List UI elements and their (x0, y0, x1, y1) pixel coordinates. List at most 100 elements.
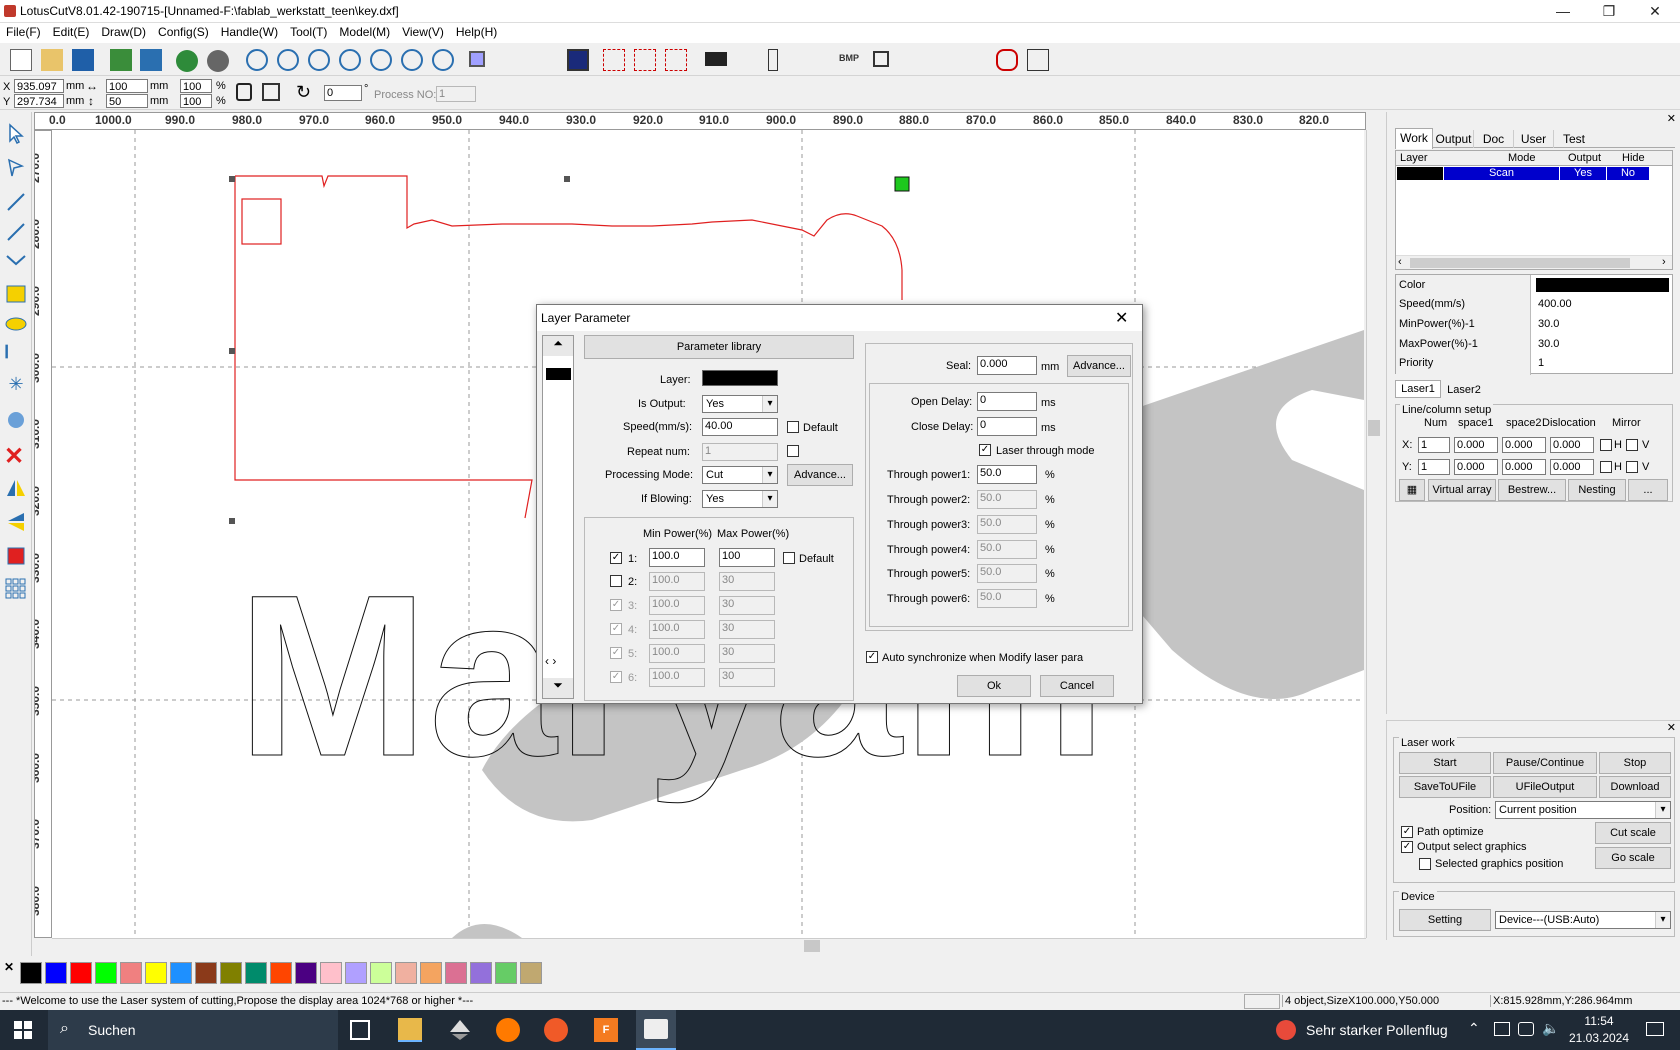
rotate-icon[interactable]: ↻ (296, 82, 311, 103)
tab-laser2[interactable]: Laser2 (1441, 382, 1487, 398)
clock-date[interactable]: 21.03.2024 (1564, 1031, 1634, 1045)
tab-test[interactable]: Test (1554, 130, 1594, 148)
minimize-button[interactable]: — (1540, 0, 1586, 23)
stop-button[interactable]: Stop (1599, 752, 1671, 774)
palette-color[interactable] (395, 962, 417, 984)
is-output-select[interactable]: Yes (702, 395, 778, 413)
zoom-fit-icon[interactable] (339, 49, 361, 71)
pause-continue-button[interactable]: Pause/Continue (1493, 752, 1597, 774)
ungroup-icon[interactable] (634, 49, 656, 71)
move-top-right-icon[interactable] (884, 83, 906, 105)
scroll-right-icon[interactable]: › (1662, 256, 1666, 268)
power1-min-input[interactable]: 100.0 (649, 548, 705, 567)
bitmap-icon[interactable]: BMP (838, 52, 860, 74)
open-folder-icon[interactable] (41, 49, 63, 71)
vertical-scrollbar[interactable] (1366, 130, 1380, 938)
align-center-h-icon[interactable] (623, 83, 645, 105)
arrange-left-icon[interactable] (1015, 83, 1037, 105)
selected-pos-checkbox[interactable] (1419, 858, 1431, 870)
palette-color[interactable] (95, 962, 117, 984)
horizontal-scrollbar[interactable] (52, 938, 1366, 952)
spacing-h-icon[interactable] (934, 49, 956, 71)
battery-icon[interactable] (1518, 1022, 1534, 1036)
device-select[interactable]: Device---(USB:Auto) (1495, 911, 1671, 929)
menu-config[interactable]: Config(S) (152, 23, 215, 39)
y-mirror-h-checkbox[interactable] (1600, 461, 1612, 473)
palette-close-icon[interactable]: ✕ (4, 960, 14, 974)
same-height-icon[interactable] (722, 83, 744, 105)
palette-color[interactable] (445, 962, 467, 984)
seal-advance-button[interactable]: Advance... (1067, 355, 1131, 377)
y-num-input[interactable]: 1 (1418, 459, 1450, 475)
layer-swatch[interactable] (546, 368, 571, 380)
menu-model[interactable]: Model(M) (333, 23, 396, 39)
polyline-tool-icon[interactable] (4, 220, 28, 244)
palette-color[interactable] (220, 962, 242, 984)
x-position-input[interactable]: 935.097 (14, 79, 64, 93)
palette-color[interactable] (320, 962, 342, 984)
more-button[interactable]: ... (1628, 479, 1668, 501)
same-width-icon[interactable] (692, 83, 714, 105)
output-select-checkbox[interactable]: ✓ (1401, 841, 1413, 853)
y-space1-input[interactable]: 0.000 (1454, 459, 1498, 475)
cancel-button[interactable]: Cancel (1040, 675, 1114, 697)
save-icon[interactable] (72, 49, 94, 71)
app-orange-icon[interactable] (544, 1018, 568, 1042)
y-space2-input[interactable]: 0.000 (1502, 459, 1546, 475)
list-left-icon[interactable]: ‹ › (545, 654, 556, 668)
array-icon[interactable] (4, 576, 28, 600)
palette-color[interactable] (145, 962, 167, 984)
palette-color[interactable] (195, 962, 217, 984)
monitor-icon[interactable] (567, 49, 589, 71)
combine-icon[interactable] (665, 49, 687, 71)
align-top-icon[interactable] (561, 83, 583, 105)
zoom-all-icon[interactable] (432, 49, 454, 71)
zoom-plus-icon[interactable] (277, 49, 299, 71)
menu-file[interactable]: File(F) (0, 23, 47, 39)
select-rect-icon[interactable] (469, 51, 485, 67)
tab-doc[interactable]: Doc (1474, 130, 1514, 148)
line-tool-icon[interactable] (4, 190, 28, 214)
layer-table-hscroll[interactable]: ‹ › (1396, 255, 1672, 269)
download-button[interactable]: Download (1599, 776, 1671, 798)
redo-icon[interactable] (207, 50, 229, 72)
palette-color[interactable] (45, 962, 67, 984)
ruler-icon[interactable] (768, 49, 778, 71)
arrange-top-icon[interactable] (1077, 83, 1099, 105)
y-position-input[interactable]: 297.734 (14, 94, 64, 108)
zoom-page-icon[interactable] (370, 49, 392, 71)
scroll-left-icon[interactable]: ‹ (1398, 256, 1402, 268)
dialog-layer-list[interactable]: ⏶ ‹ › ⏷ (542, 335, 574, 699)
distribute-icon[interactable] (903, 49, 925, 71)
array-grid-icon[interactable]: ▦ (1399, 479, 1425, 501)
zoom-out-icon[interactable] (308, 49, 330, 71)
fusion-icon[interactable]: F (594, 1018, 618, 1042)
power1-checkbox[interactable]: ✓ (610, 552, 622, 564)
lock-icon[interactable] (236, 83, 252, 101)
volume-icon[interactable]: 🔈 (1542, 1020, 1559, 1037)
bitmap-tool-icon[interactable] (4, 408, 28, 432)
auto-sync-checkbox[interactable]: ✓ (866, 651, 878, 663)
menu-handle[interactable]: Handle(W) (215, 23, 284, 39)
power-default-checkbox[interactable] (783, 552, 795, 564)
palette-color[interactable] (295, 962, 317, 984)
y-mirror-v-checkbox[interactable] (1626, 461, 1638, 473)
align-left-icon[interactable] (500, 83, 522, 105)
ufile-output-button[interactable]: UFileOutput (1493, 776, 1597, 798)
ok-button[interactable]: Ok (957, 675, 1031, 697)
mode-advance-button[interactable]: Advance... (787, 464, 853, 486)
path-optimize-checkbox[interactable]: ✓ (1401, 826, 1413, 838)
dialog-close-icon[interactable]: ✕ (1115, 308, 1128, 328)
tab-laser1[interactable]: Laser1 (1395, 380, 1441, 398)
curve-icon[interactable] (808, 49, 830, 71)
close-delay-input[interactable]: 0 (977, 417, 1037, 436)
x-space2-input[interactable]: 0.000 (1502, 437, 1546, 453)
repeat-checkbox[interactable] (787, 445, 799, 457)
menu-view[interactable]: View(V) (396, 23, 450, 39)
prop-color-swatch[interactable] (1536, 278, 1669, 292)
x-space1-input[interactable]: 0.000 (1454, 437, 1498, 453)
rectangle-tool-icon[interactable] (4, 282, 28, 306)
inkscape-icon[interactable] (448, 1018, 472, 1042)
node-edit-icon[interactable] (500, 49, 522, 71)
text-tool-icon[interactable]: Ⅰ (4, 342, 28, 366)
